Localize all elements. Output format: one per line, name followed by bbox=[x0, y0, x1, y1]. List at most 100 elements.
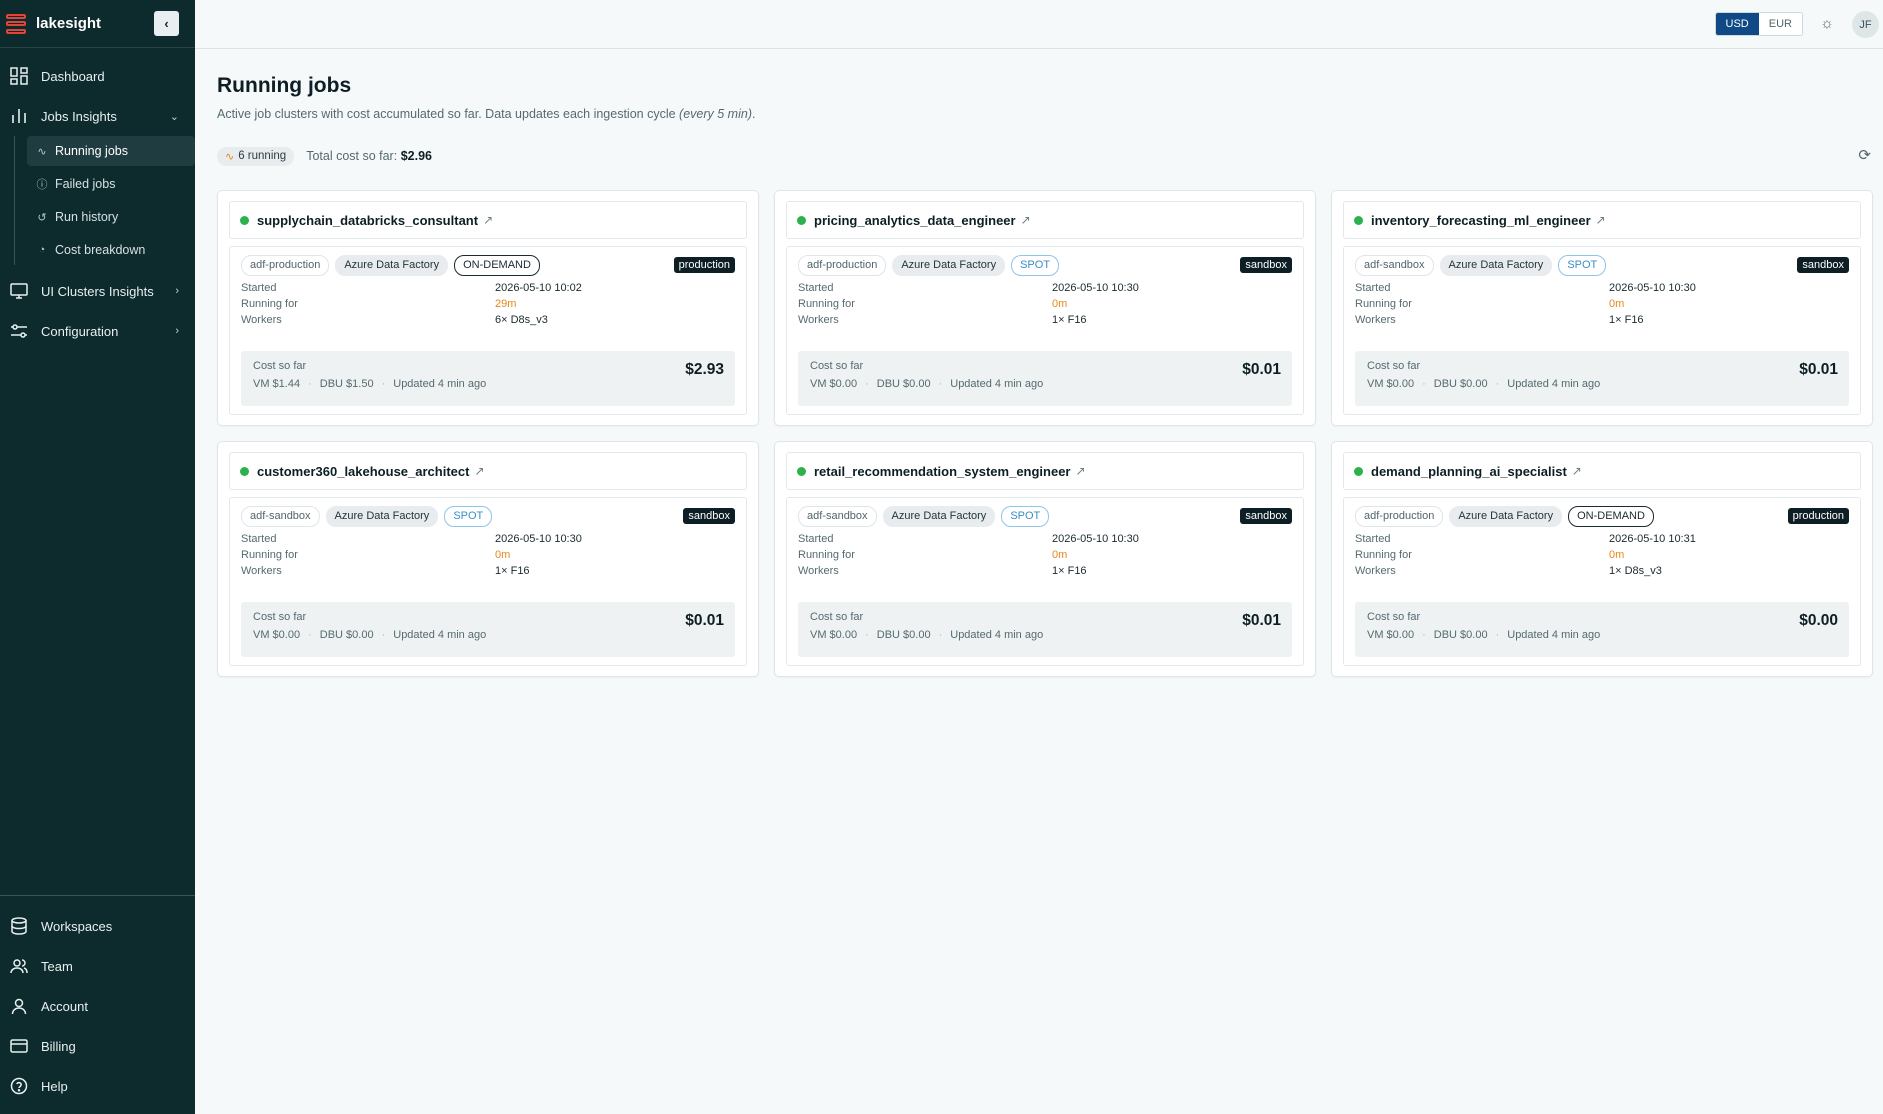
cost-so-far-label: Cost so far bbox=[810, 611, 864, 623]
refresh-icon[interactable]: ⟳ bbox=[1858, 146, 1871, 164]
job-name-link[interactable]: inventory_forecasting_ml_engineer bbox=[1371, 213, 1591, 228]
stats-row: ∿ 6 running Total cost so far: $2.96 ⟳ bbox=[217, 144, 1871, 168]
cost-value: $0.00 bbox=[1799, 612, 1838, 629]
job-card-body: adf-production Azure Data Factory SPOT s… bbox=[786, 246, 1304, 415]
running-for-label: Running for bbox=[241, 549, 298, 561]
running-status-dot bbox=[797, 466, 806, 476]
dbu-cost: DBU $0.00 bbox=[876, 629, 931, 641]
sidebar-item-label: Billing bbox=[41, 1038, 76, 1054]
cost-summary: Cost so far $0.01 VM $0.00 · DBU $0.00 · U… bbox=[798, 351, 1292, 406]
workspace-tag: adf-sandbox bbox=[798, 506, 877, 527]
job-card: retail_recommendation_system_engineer ↗ … bbox=[774, 441, 1316, 677]
total-cost-value: $2.96 bbox=[400, 149, 432, 163]
sidebar-item-billing[interactable]: Billing bbox=[0, 1026, 195, 1066]
page-subtitle: Active job clusters with cost accumulate… bbox=[217, 107, 1871, 121]
cost-so-far-label: Cost so far bbox=[810, 360, 864, 372]
database-icon bbox=[8, 915, 30, 937]
chevron-right-icon: › bbox=[175, 325, 179, 337]
job-name-link[interactable]: pricing_analytics_data_engineer bbox=[814, 213, 1016, 228]
job-card-body: adf-sandbox Azure Data Factory SPOT sand… bbox=[229, 497, 747, 666]
workers-label: Workers bbox=[1355, 565, 1396, 577]
vm-cost: VM $0.00 bbox=[1367, 378, 1415, 390]
sidebar-item-help[interactable]: Help bbox=[0, 1066, 195, 1106]
jobs-insights-subnav: ∿ Running jobs ⓘ Failed jobs ↺ Run histo… bbox=[14, 136, 195, 265]
running-status-dot bbox=[1354, 215, 1363, 225]
avatar[interactable]: JF bbox=[1852, 11, 1879, 38]
sidebar-item-label: Jobs Insights bbox=[41, 108, 117, 124]
started-label: Started bbox=[798, 533, 834, 545]
sidebar-item-account[interactable]: Account bbox=[0, 986, 195, 1026]
pricing-tag: ON-DEMAND bbox=[454, 255, 540, 276]
sidebar-item-jobs-insights[interactable]: Jobs Insights ⌄ bbox=[0, 96, 195, 136]
sidebar-item-dashboard[interactable]: Dashboard bbox=[0, 56, 195, 96]
job-card-body: adf-production Azure Data Factory ON-DEM… bbox=[1343, 497, 1861, 666]
page-title: Running jobs bbox=[217, 74, 352, 97]
sidebar-bottom-nav: Workspaces Team Account Billing Help bbox=[0, 895, 195, 1114]
workspace-tag: adf-production bbox=[1355, 506, 1444, 527]
sidebar-item-workspaces[interactable]: Workspaces bbox=[0, 906, 195, 946]
job-tags: adf-sandbox Azure Data Factory SPOT bbox=[241, 506, 735, 527]
source-tag: Azure Data Factory bbox=[335, 255, 449, 276]
cost-meta: VM $0.00 · DBU $0.00 · Updated 4 min ago bbox=[810, 378, 1044, 390]
workers-label: Workers bbox=[1355, 314, 1396, 326]
workers-label: Workers bbox=[798, 565, 839, 577]
sun-icon[interactable]: ☼ bbox=[1817, 14, 1837, 34]
running-for-value: 0m bbox=[1052, 549, 1068, 561]
job-tags: adf-sandbox Azure Data Factory SPOT bbox=[1355, 255, 1849, 276]
sidebar-item-team[interactable]: Team bbox=[0, 946, 195, 986]
sidebar-item-running-jobs[interactable]: ∿ Running jobs bbox=[27, 136, 195, 166]
dbu-cost: DBU $0.00 bbox=[876, 378, 931, 390]
job-name-link[interactable]: retail_recommendation_system_engineer bbox=[814, 464, 1071, 479]
started-value: 2026-05-10 10:31 bbox=[1609, 533, 1696, 545]
credit-card-icon bbox=[8, 1035, 30, 1057]
dbu-cost: DBU $0.00 bbox=[1433, 629, 1488, 641]
external-link-icon[interactable]: ↗ bbox=[474, 464, 484, 478]
chevron-down-icon: ⌄ bbox=[169, 110, 179, 123]
subtitle-text: Active job clusters with cost accumulate… bbox=[217, 107, 680, 121]
users-icon bbox=[8, 955, 30, 977]
running-for-label: Running for bbox=[241, 298, 298, 310]
collapse-sidebar-button[interactable]: ‹ bbox=[154, 11, 179, 36]
source-tag: Azure Data Factory bbox=[892, 255, 1006, 276]
job-name-link[interactable]: supplychain_databricks_consultant bbox=[257, 213, 478, 228]
job-card-body: adf-production Azure Data Factory ON-DEM… bbox=[229, 246, 747, 415]
job-card-body: adf-sandbox Azure Data Factory SPOT sand… bbox=[1343, 246, 1861, 415]
external-link-icon[interactable]: ↗ bbox=[1021, 213, 1031, 227]
running-status-dot bbox=[797, 215, 806, 225]
currency-usd-button[interactable]: USD bbox=[1715, 13, 1759, 35]
sidebar-item-ui-clusters-insights[interactable]: UI Clusters Insights › bbox=[0, 271, 195, 311]
job-card-header: retail_recommendation_system_engineer ↗ bbox=[786, 452, 1304, 490]
started-label: Started bbox=[798, 282, 834, 294]
job-card-body: adf-sandbox Azure Data Factory SPOT sand… bbox=[786, 497, 1304, 666]
external-link-icon[interactable]: ↗ bbox=[1596, 213, 1606, 227]
external-link-icon[interactable]: ↗ bbox=[483, 213, 493, 227]
sidebar-item-run-history[interactable]: ↺ Run history bbox=[27, 202, 195, 232]
vm-cost: VM $0.00 bbox=[253, 629, 301, 641]
sidebar-item-cost-breakdown[interactable]: ◔ Cost breakdown bbox=[27, 235, 195, 265]
sidebar-item-label: Cost breakdown bbox=[55, 243, 146, 257]
sidebar-item-configuration[interactable]: Configuration › bbox=[0, 311, 195, 351]
sidebar-item-label: Help bbox=[41, 1078, 68, 1094]
currency-eur-button[interactable]: EUR bbox=[1758, 13, 1802, 35]
job-name-link[interactable]: customer360_lakehouse_architect bbox=[257, 464, 469, 479]
topbar: USD EUR ☼ JF bbox=[195, 0, 1883, 49]
external-link-icon[interactable]: ↗ bbox=[1572, 464, 1582, 478]
external-link-icon[interactable]: ↗ bbox=[1076, 464, 1086, 478]
running-status-dot bbox=[240, 466, 249, 476]
environment-badge: sandbox bbox=[683, 508, 735, 524]
sidebar-item-failed-jobs[interactable]: ⓘ Failed jobs bbox=[27, 169, 195, 199]
dbu-cost: DBU $0.00 bbox=[319, 629, 374, 641]
workers-label: Workers bbox=[798, 314, 839, 326]
cost-value: $2.93 bbox=[685, 361, 724, 378]
lakesight-logo-icon bbox=[6, 13, 26, 34]
updated-time: Updated 4 min ago bbox=[1507, 378, 1601, 390]
monitor-icon bbox=[8, 280, 30, 302]
main-content: Running jobs Active job clusters with co… bbox=[217, 49, 1873, 677]
job-name-link[interactable]: demand_planning_ai_specialist bbox=[1371, 464, 1567, 479]
cost-meta: VM $0.00 · DBU $0.00 · Updated 4 min ago bbox=[1367, 378, 1601, 390]
updated-time: Updated 4 min ago bbox=[950, 629, 1044, 641]
main-nav: Dashboard Jobs Insights ⌄ ∿ Running jobs… bbox=[0, 48, 195, 351]
dbu-cost: DBU $0.00 bbox=[1433, 378, 1488, 390]
pricing-tag: SPOT bbox=[444, 506, 493, 527]
started-value: 2026-05-10 10:02 bbox=[495, 282, 582, 294]
